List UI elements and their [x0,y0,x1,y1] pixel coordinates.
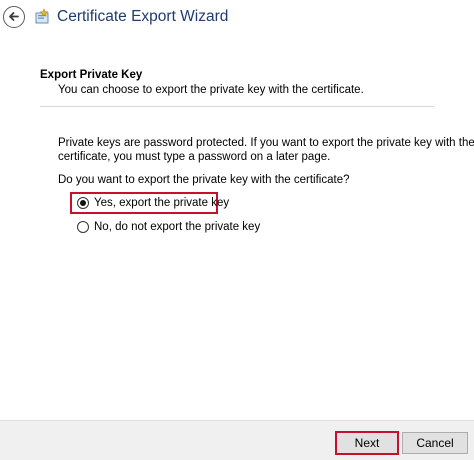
page-subtitle: You can choose to export the private key… [58,84,364,96]
info-text-line-2: certificate, you must type a password on… [58,151,331,163]
page-title: Export Private Key [40,69,143,81]
back-button[interactable] [3,6,25,28]
window-title: Certificate Export Wizard [57,8,229,25]
button-bar: Next Cancel [0,420,474,460]
title-bar: Certificate Export Wizard [0,0,474,38]
next-button[interactable]: Next [335,431,399,455]
certificate-wizard-icon [33,8,51,26]
cancel-button[interactable]: Cancel [402,432,468,454]
page-header: Export Private Key You can choose to exp… [0,38,474,107]
certificate-export-wizard-window: Certificate Export Wizard Export Private… [0,0,474,460]
option-yes-label[interactable]: Yes, export the private key [94,197,229,209]
option-no-export-key[interactable]: No, do not export the private key [77,219,260,235]
info-text-line-1: Private keys are password protected. If … [58,137,474,149]
export-question: Do you want to export the private key wi… [58,174,350,186]
header-divider [40,106,434,107]
option-no-label[interactable]: No, do not export the private key [94,221,260,233]
option-yes-export-key[interactable]: Yes, export the private key [77,195,229,211]
radio-button-yes[interactable] [77,197,89,209]
radio-button-no[interactable] [77,221,89,233]
